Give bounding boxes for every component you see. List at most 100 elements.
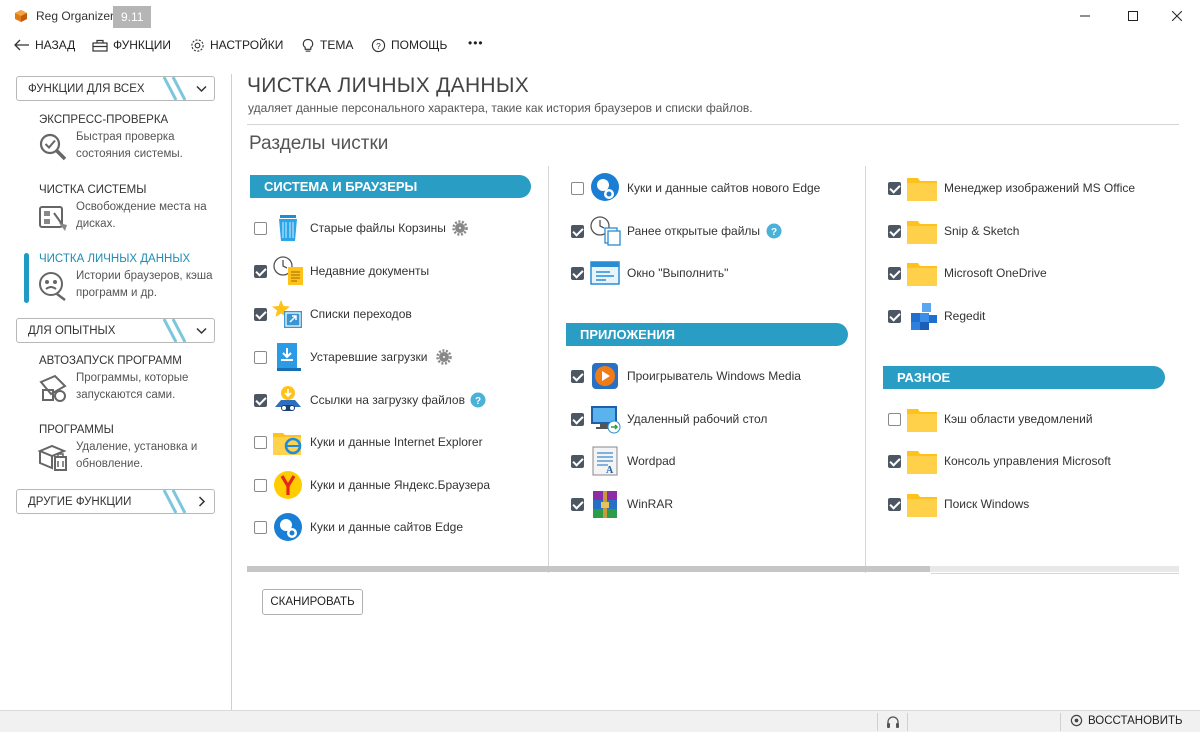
autorun-icon (39, 374, 67, 402)
checkbox[interactable] (888, 413, 901, 426)
back-label: НАЗАД (35, 38, 76, 52)
maximize-button[interactable] (1110, 0, 1156, 32)
checkbox[interactable] (571, 182, 584, 195)
option-notification-area-cache[interactable]: Кэш области уведомлений (888, 404, 1178, 434)
gear-icon[interactable] (436, 349, 452, 365)
jumplist-icon (272, 300, 302, 328)
magnifier-check-icon (39, 133, 67, 161)
option-recent-files[interactable]: Ранее открытые файлы ? (571, 216, 861, 246)
category-system-and-browsers: СИСТЕМА И БРАУЗЕРЫ (250, 175, 531, 198)
checkbox[interactable] (254, 308, 267, 321)
functions-button[interactable]: ФУНКЦИИ (92, 35, 171, 55)
checkbox[interactable] (571, 370, 584, 383)
column-divider (548, 166, 549, 573)
checkbox[interactable] (888, 310, 901, 323)
checkbox[interactable] (571, 455, 584, 468)
option-internet-explorer[interactable]: Куки и данные Internet Explorer (254, 427, 544, 457)
yandex-browser-icon (274, 471, 302, 499)
checkbox[interactable] (571, 225, 584, 238)
page-title: ЧИСТКА ЛИЧНЫХ ДАННЫХ (247, 74, 530, 97)
option-new-edge[interactable]: Куки и данные сайтов нового Edge (571, 173, 861, 203)
nav-programs[interactable]: ПРОГРАММЫ Удаление, установка и обновлен… (24, 424, 224, 476)
option-mmc[interactable]: Консоль управления Microsoft (888, 446, 1178, 476)
gear-icon[interactable] (452, 220, 468, 236)
option-download-links[interactable]: Ссылки на загрузку файлов ? (254, 385, 544, 415)
checkbox[interactable] (888, 455, 901, 468)
option-run-dialog[interactable]: Окно "Выполнить" (571, 258, 861, 288)
privacy-icon (39, 272, 66, 301)
checkbox[interactable] (888, 225, 901, 238)
checkbox[interactable] (254, 351, 267, 364)
option-old-downloads[interactable]: Устаревшие загрузки (254, 342, 544, 372)
group-functions-for-all[interactable]: ФУНКЦИИ ДЛЯ ВСЕХ (16, 76, 215, 101)
option-label: Куки и данные Internet Explorer (310, 435, 483, 449)
folder-icon (907, 409, 937, 432)
nav-system-cleanup[interactable]: ЧИСТКА СИСТЕМЫ Освобождение места на дис… (24, 184, 224, 236)
folder-icon (907, 178, 937, 201)
help-circle-icon[interactable]: ? (766, 223, 782, 239)
checkbox[interactable] (254, 265, 267, 278)
option-regedit[interactable]: Regedit (888, 301, 1178, 331)
status-separator (1060, 713, 1061, 731)
minimize-button[interactable] (1062, 0, 1108, 32)
option-wordpad[interactable]: A Wordpad (571, 446, 861, 476)
checkbox[interactable] (888, 182, 901, 195)
back-button[interactable]: НАЗАД (14, 35, 75, 55)
option-onedrive[interactable]: Microsoft OneDrive (888, 258, 1178, 288)
option-windows-search[interactable]: Поиск Windows (888, 489, 1178, 519)
checkbox[interactable] (571, 498, 584, 511)
headset-icon[interactable] (886, 715, 900, 729)
group-advanced[interactable]: ДЛЯ ОПЫТНЫХ (16, 318, 215, 343)
option-snip-and-sketch[interactable]: Snip & Sketch (888, 216, 1178, 246)
winrar-icon (593, 491, 617, 518)
category-misc: РАЗНОЕ (883, 366, 1165, 389)
checkbox[interactable] (888, 498, 901, 511)
checkbox[interactable] (571, 267, 584, 280)
wordpad-icon: A (592, 446, 618, 476)
programs-icon (37, 444, 67, 471)
theme-button[interactable]: ТЕМА (301, 35, 353, 55)
close-button[interactable] (1154, 0, 1200, 32)
restore-button[interactable]: ВОССТАНОВИТЬ (1070, 714, 1183, 727)
option-label: Проигрыватель Windows Media (627, 369, 801, 383)
nav-private-data-cleanup[interactable]: ЧИСТКА ЛИЧНЫХ ДАННЫХ Истории браузеров, … (24, 253, 224, 305)
group-functions-for-all-label: ФУНКЦИИ ДЛЯ ВСЕХ (28, 82, 145, 95)
checkbox[interactable] (254, 436, 267, 449)
scan-button[interactable]: СКАНИРОВАТЬ (262, 589, 363, 615)
checkbox[interactable] (888, 267, 901, 280)
recent-files-icon (590, 216, 621, 246)
category-applications: ПРИЛОЖЕНИЯ (566, 323, 848, 346)
option-remote-desktop[interactable]: Удаленный рабочий стол (571, 404, 861, 434)
checkbox[interactable] (254, 394, 267, 407)
option-winrar[interactable]: WinRAR (571, 489, 861, 519)
question-circle-icon: ? (371, 38, 386, 52)
checkbox[interactable] (254, 222, 267, 235)
option-recent-documents[interactable]: Недавние документы (254, 256, 544, 286)
option-jump-lists[interactable]: Списки переходов (254, 299, 544, 329)
checkbox[interactable] (571, 413, 584, 426)
help-label: ПОМОЩЬ (391, 38, 448, 52)
checkbox[interactable] (254, 521, 267, 534)
option-recycle-bin[interactable]: Старые файлы Корзины (254, 213, 544, 243)
option-ms-office-picture-manager[interactable]: Менеджер изображений MS Office (888, 173, 1178, 203)
internet-explorer-icon (273, 433, 302, 455)
help-button[interactable]: ? ПОМОЩЬ (371, 35, 447, 55)
more-button[interactable]: ••• (468, 33, 484, 53)
checkbox[interactable] (254, 479, 267, 492)
run-dialog-icon (590, 261, 620, 285)
chevron-down-icon (196, 327, 207, 335)
horizontal-scrollbar-thumb[interactable] (247, 566, 930, 572)
nav-private-data-cleanup-desc: Истории браузеров, кэша программ и др. (76, 270, 213, 299)
edge-cookie-icon (274, 513, 302, 541)
option-yandex-browser[interactable]: Куки и данные Яндекс.Браузера (254, 470, 544, 500)
help-circle-icon[interactable]: ? (470, 392, 486, 408)
settings-button[interactable]: НАСТРОЙКИ (190, 35, 283, 55)
nav-autorun[interactable]: АВТОЗАПУСК ПРОГРАММ Программы, которые з… (24, 355, 224, 407)
option-label: Regedit (944, 309, 986, 323)
option-windows-media-player[interactable]: Проигрыватель Windows Media (571, 361, 861, 391)
nav-express-check-desc: Быстрая проверка состояния системы. (76, 131, 183, 160)
option-edge[interactable]: Куки и данные сайтов Edge (254, 512, 544, 542)
nav-express-check[interactable]: ЭКСПРЕСС-ПРОВЕРКА Быстрая проверка состо… (24, 114, 224, 166)
group-other-functions[interactable]: ДРУГИЕ ФУНКЦИИ (16, 489, 215, 514)
option-label: Wordpad (627, 454, 676, 468)
